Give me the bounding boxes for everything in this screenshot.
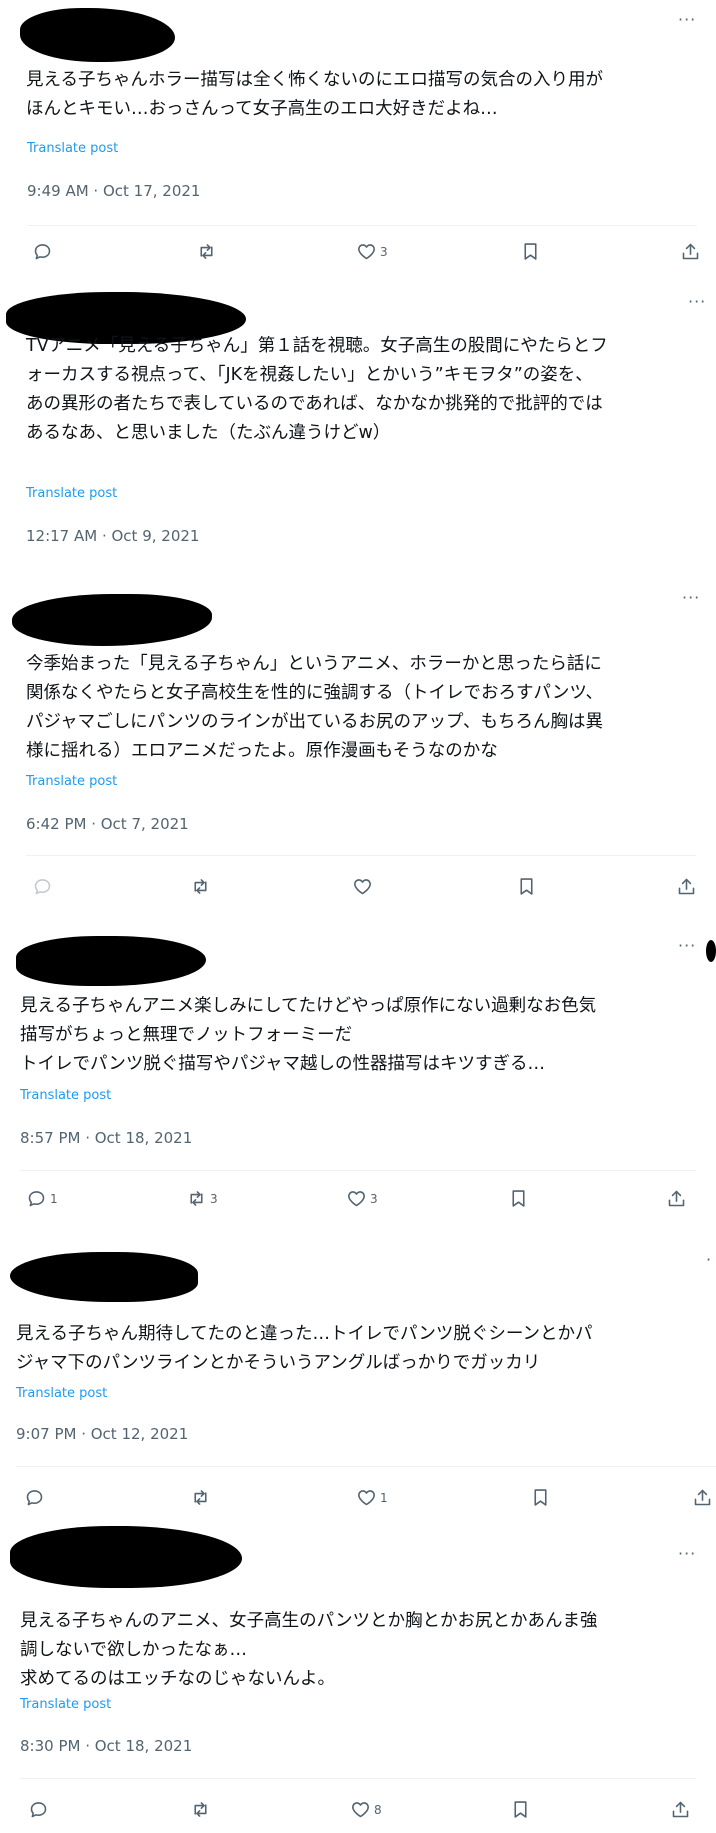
- repost-icon: [190, 876, 211, 897]
- action-bar: 8: [0, 1799, 716, 1827]
- more-icon[interactable]: ···: [688, 292, 706, 311]
- repost-icon: [196, 241, 217, 262]
- divider: [16, 1466, 716, 1467]
- repost-button[interactable]: [190, 876, 214, 897]
- post-text: 今季始まった「見える子ちゃん」というアニメ、ホラーかと思ったら話に 関係なくやた…: [26, 654, 603, 761]
- more-icon[interactable]: ···: [678, 936, 696, 955]
- share-icon: [676, 876, 697, 897]
- reply-icon: [26, 1188, 47, 1209]
- translate-link[interactable]: Translate post: [20, 1697, 111, 1712]
- like-button[interactable]: 1: [356, 1487, 388, 1508]
- repost-button[interactable]: [190, 1799, 214, 1820]
- translate-link[interactable]: Translate post: [16, 1386, 107, 1401]
- bookmark-icon: [530, 1487, 551, 1508]
- post-6: ··· 見える子ちゃんのアニメ、女子高生のパンツとか胸とかお尻とかあんま強 調し…: [0, 1520, 716, 1833]
- like-icon: [356, 241, 377, 262]
- reply-icon: [32, 241, 53, 262]
- post-text: 見える子ちゃん期待してたのと違った…トイレでパンツ脱ぐシーンとかパ ジャマ下のパ…: [16, 1324, 593, 1373]
- bookmark-icon: [508, 1188, 529, 1209]
- action-bar-post-1: 3: [0, 241, 716, 269]
- post-timestamp[interactable]: 9:49 AM · Oct 17, 2021: [27, 182, 200, 200]
- reply-icon: [24, 1487, 45, 1508]
- bookmark-button[interactable]: [508, 1188, 529, 1209]
- post-timestamp[interactable]: 8:30 PM · Oct 18, 2021: [20, 1737, 192, 1755]
- post-5: · 見える子ちゃん期待してたのと違った…トイレでパンツ脱ぐシーンとかパ ジャマ下…: [0, 1244, 716, 1524]
- more-icon[interactable]: ···: [682, 588, 700, 607]
- repost-button[interactable]: 3: [186, 1188, 218, 1209]
- share-icon: [666, 1188, 687, 1209]
- action-bar: [0, 876, 716, 904]
- translate-link[interactable]: Translate post: [27, 141, 118, 156]
- more-icon[interactable]: ···: [678, 10, 696, 29]
- reply-icon: [28, 1799, 49, 1820]
- redacted-author: [16, 936, 206, 986]
- post-4: ··· 見える子ちゃんアニメ楽しみにしてたけどやっぱ原作にない過剰なお色気 描写…: [0, 926, 716, 1252]
- post-text: 見える子ちゃんホラー描写は全く怖くないのにエロ描写の気合の入り用が ほんとキモい…: [26, 70, 603, 119]
- like-button[interactable]: 8: [350, 1799, 382, 1820]
- like-icon: [346, 1188, 367, 1209]
- like-button[interactable]: [352, 876, 376, 897]
- bookmark-button[interactable]: [516, 876, 537, 897]
- bookmark-icon: [516, 876, 537, 897]
- divider: [26, 855, 696, 856]
- post-text: 見える子ちゃんアニメ楽しみにしてたけどやっぱ原作にない過剰なお色気 描写がちょっ…: [20, 996, 597, 1074]
- like-icon: [352, 876, 373, 897]
- divider: [20, 1778, 696, 1779]
- reply-button[interactable]: [24, 1487, 48, 1508]
- repost-button[interactable]: [196, 241, 220, 262]
- share-button[interactable]: [692, 1487, 713, 1508]
- share-button[interactable]: [676, 876, 697, 897]
- post-timestamp[interactable]: 9:07 PM · Oct 12, 2021: [16, 1425, 188, 1443]
- like-button[interactable]: 3: [356, 241, 388, 262]
- repost-icon: [186, 1188, 207, 1209]
- like-icon: [350, 1799, 371, 1820]
- reply-button[interactable]: [32, 241, 56, 262]
- post-text: TVアニメ「見える子ちゃん」第１話を視聴。女子高生の股間にやたらとフ ォーカスす…: [26, 336, 608, 443]
- translate-link[interactable]: Translate post: [20, 1088, 111, 1103]
- bookmark-button[interactable]: [510, 1799, 531, 1820]
- reply-button[interactable]: 1: [26, 1188, 58, 1209]
- post-timestamp[interactable]: 12:17 AM · Oct 9, 2021: [26, 527, 199, 545]
- translate-link[interactable]: Translate post: [26, 486, 117, 501]
- share-icon: [670, 1799, 691, 1820]
- more-icon[interactable]: ·: [706, 1250, 712, 1269]
- redacted-author: [10, 1526, 242, 1588]
- action-bar: 1: [0, 1487, 716, 1515]
- share-icon: [680, 241, 701, 262]
- like-button[interactable]: 3: [346, 1188, 378, 1209]
- reply-button[interactable]: [28, 1799, 52, 1820]
- redacted-author: [12, 594, 212, 646]
- repost-icon: [190, 1799, 211, 1820]
- repost-icon: [190, 1487, 211, 1508]
- share-icon: [692, 1487, 713, 1508]
- post-1: ··· 見える子ちゃんホラー描写は全く怖くないのにエロ描写の気合の入り用が ほん…: [0, 0, 716, 244]
- edge-mark: [706, 940, 716, 962]
- bookmark-button[interactable]: [530, 1487, 551, 1508]
- redacted-author: [20, 8, 175, 62]
- post-3: ··· 今季始まった「見える子ちゃん」というアニメ、ホラーかと思ったら話に 関係…: [0, 570, 716, 930]
- share-button[interactable]: [680, 241, 701, 262]
- translate-link[interactable]: Translate post: [26, 774, 117, 789]
- post-timestamp[interactable]: 6:42 PM · Oct 7, 2021: [26, 815, 189, 833]
- bookmark-icon: [520, 241, 541, 262]
- bookmark-icon: [510, 1799, 531, 1820]
- redacted-author: [10, 1252, 198, 1302]
- share-button[interactable]: [666, 1188, 687, 1209]
- reply-icon: [32, 876, 53, 897]
- post-text: 見える子ちゃんのアニメ、女子高生のパンツとか胸とかお尻とかあんま強 調しないで欲…: [20, 1611, 598, 1689]
- post-timestamp[interactable]: 8:57 PM · Oct 18, 2021: [20, 1129, 192, 1147]
- share-button[interactable]: [670, 1799, 691, 1820]
- bookmark-button[interactable]: [520, 241, 541, 262]
- divider: [27, 225, 697, 226]
- action-bar: 1 3 3: [0, 1188, 716, 1216]
- like-icon: [356, 1487, 377, 1508]
- reply-button[interactable]: [32, 876, 56, 897]
- repost-button[interactable]: [190, 1487, 214, 1508]
- post-2: ··· TVアニメ「見える子ちゃん」第１話を視聴。女子高生の股間にやたらとフ ォ…: [0, 280, 716, 570]
- more-icon[interactable]: ···: [678, 1544, 696, 1563]
- divider: [20, 1170, 696, 1171]
